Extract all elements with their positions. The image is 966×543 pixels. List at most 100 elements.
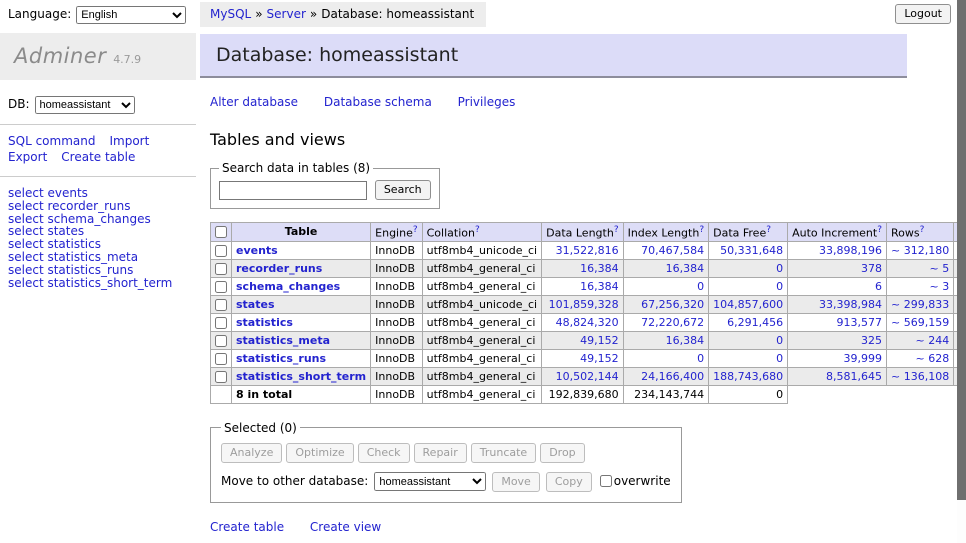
table-name-link[interactable]: statistics_short_term — [236, 370, 366, 383]
row-checkbox[interactable] — [215, 281, 227, 293]
create-view-link[interactable]: Create view — [310, 520, 381, 534]
auto-increment-cell-link[interactable]: 8,581,645 — [826, 370, 882, 383]
rows-cell-link[interactable]: ~ 312,180 — [891, 244, 949, 257]
auto-increment-cell-link[interactable]: 33,898,196 — [819, 244, 882, 257]
data-free-cell-link[interactable]: 0 — [776, 262, 783, 275]
selected-action-button[interactable]: Truncate — [471, 443, 536, 463]
data-free-cell-link[interactable]: 6,291,456 — [727, 316, 783, 329]
breadcrumb-link-server[interactable]: Server — [267, 7, 306, 21]
collation-cell: utf8mb4_unicode_ci — [422, 295, 541, 313]
index-length-cell-link[interactable]: 67,256,320 — [641, 298, 704, 311]
selected-action-button[interactable]: Analyze — [221, 443, 282, 463]
row-checkbox[interactable] — [215, 317, 227, 329]
index-length-cell-link[interactable]: 0 — [697, 280, 704, 293]
logout-button[interactable]: Logout — [895, 4, 951, 24]
selected-action-button[interactable]: Optimize — [286, 443, 353, 463]
help-link[interactable]: ? — [475, 225, 480, 235]
vertical-scrollbar[interactable] — [957, 0, 966, 543]
rows-cell-link[interactable]: ~ 136,108 — [891, 370, 949, 383]
table-name-link[interactable]: states — [236, 298, 275, 311]
data-length-cell-link[interactable]: 48,824,320 — [556, 316, 619, 329]
selected-action-button[interactable]: Drop — [540, 443, 584, 463]
scrollbar-thumb[interactable] — [957, 0, 966, 500]
data-free-cell-link[interactable]: 104,857,600 — [713, 298, 783, 311]
table-name-link[interactable]: events — [236, 244, 278, 257]
rows-cell-link[interactable]: ~ 569,159 — [891, 316, 949, 329]
copy-button[interactable]: Copy — [546, 472, 592, 492]
auto-increment-cell-link[interactable]: 325 — [861, 334, 882, 347]
sidebar-action-link[interactable]: SQL command — [8, 134, 95, 148]
alter-database-link[interactable]: Alter database — [210, 95, 298, 109]
data-length-cell-link[interactable]: 10,502,144 — [556, 370, 619, 383]
index-length-cell-link[interactable]: 0 — [697, 352, 704, 365]
rows-cell-link[interactable]: ~ 5 — [929, 262, 949, 275]
data-free-cell-link[interactable]: 50,331,648 — [720, 244, 783, 257]
table-name-link[interactable]: recorder_runs — [236, 262, 322, 275]
select-all-checkbox[interactable] — [215, 226, 227, 238]
index-length-cell-link[interactable]: 70,467,584 — [641, 244, 704, 257]
index-length-cell-link[interactable]: 24,166,400 — [641, 370, 704, 383]
row-checkbox[interactable] — [215, 371, 227, 383]
rows-cell-link[interactable]: ~ 628 — [915, 352, 949, 365]
data-free-cell-link[interactable]: 188,743,680 — [713, 370, 783, 383]
auto-increment-cell-link[interactable]: 39,999 — [844, 352, 883, 365]
row-checkbox[interactable] — [215, 299, 227, 311]
data-length-cell-link[interactable]: 16,384 — [580, 262, 619, 275]
data-length-cell-link[interactable]: 49,152 — [580, 352, 619, 365]
data-length-cell: 16,384 — [542, 259, 623, 277]
sidebar-table-link[interactable]: select events — [8, 187, 196, 200]
rows-cell-link[interactable]: ~ 3 — [929, 280, 949, 293]
index-length-cell-link[interactable]: 16,384 — [666, 334, 705, 347]
sidebar-table-link[interactable]: select statistics_short_term — [8, 277, 196, 290]
db-select[interactable]: homeassistant — [35, 96, 135, 114]
overwrite-checkbox[interactable] — [600, 475, 612, 487]
language-select[interactable]: English — [76, 6, 186, 24]
selected-action-button[interactable]: Repair — [414, 443, 467, 463]
auto-increment-cell-link[interactable]: 913,577 — [837, 316, 883, 329]
privileges-link[interactable]: Privileges — [458, 95, 516, 109]
data-length-cell-link[interactable]: 31,522,816 — [556, 244, 619, 257]
help-link[interactable]: ? — [920, 225, 925, 235]
sidebar-table-link[interactable]: select statistics_runs — [8, 264, 196, 277]
row-checkbox[interactable] — [215, 263, 227, 275]
sidebar-action-link[interactable]: Create table — [61, 150, 135, 164]
data-free-cell-link[interactable]: 0 — [776, 280, 783, 293]
search-button[interactable]: Search — [375, 180, 431, 200]
rows-cell-link[interactable]: ~ 299,833 — [891, 298, 949, 311]
auto-increment-cell-link[interactable]: 378 — [861, 262, 882, 275]
data-free-cell-link[interactable]: 0 — [776, 334, 783, 347]
sidebar-action-link[interactable]: Export — [8, 150, 47, 164]
table-name-link[interactable]: statistics_runs — [236, 352, 326, 365]
breadcrumb-link-mysql[interactable]: MySQL — [210, 7, 251, 21]
help-link[interactable]: ? — [699, 225, 704, 235]
data-length-cell-link[interactable]: 49,152 — [580, 334, 619, 347]
move-db-select[interactable]: homeassistant — [374, 472, 486, 491]
help-link[interactable]: ? — [413, 225, 418, 235]
database-schema-link[interactable]: Database schema — [324, 95, 432, 109]
row-checkbox[interactable] — [215, 335, 227, 347]
move-button[interactable]: Move — [492, 472, 540, 492]
help-link[interactable]: ? — [877, 225, 882, 235]
selected-action-button[interactable]: Check — [358, 443, 410, 463]
search-input[interactable] — [219, 181, 367, 200]
index-length-cell-link[interactable]: 16,384 — [666, 262, 705, 275]
row-checkbox[interactable] — [215, 353, 227, 365]
table-name-link[interactable]: schema_changes — [236, 280, 340, 293]
table-row: schema_changesInnoDButf8mb4_general_ci16… — [211, 277, 966, 295]
data-length-cell-link[interactable]: 16,384 — [580, 280, 619, 293]
data-length-cell-link[interactable]: 101,859,328 — [549, 298, 619, 311]
rows-cell-link[interactable]: ~ 244 — [915, 334, 949, 347]
auto-increment-cell-link[interactable]: 6 — [875, 280, 882, 293]
table-name-link[interactable]: statistics — [236, 316, 293, 329]
row-checkbox[interactable] — [215, 245, 227, 257]
data-free-cell-link[interactable]: 0 — [776, 352, 783, 365]
sidebar-table-link[interactable]: select statistics_meta — [8, 251, 196, 264]
sidebar-table-link[interactable]: select recorder_runs — [8, 200, 196, 213]
create-table-link[interactable]: Create table — [210, 520, 284, 534]
sidebar-action-link[interactable]: Import — [109, 134, 149, 148]
help-link[interactable]: ? — [766, 225, 771, 235]
help-link[interactable]: ? — [614, 225, 619, 235]
auto-increment-cell-link[interactable]: 33,398,984 — [819, 298, 882, 311]
table-name-link[interactable]: statistics_meta — [236, 334, 330, 347]
index-length-cell-link[interactable]: 72,220,672 — [641, 316, 704, 329]
